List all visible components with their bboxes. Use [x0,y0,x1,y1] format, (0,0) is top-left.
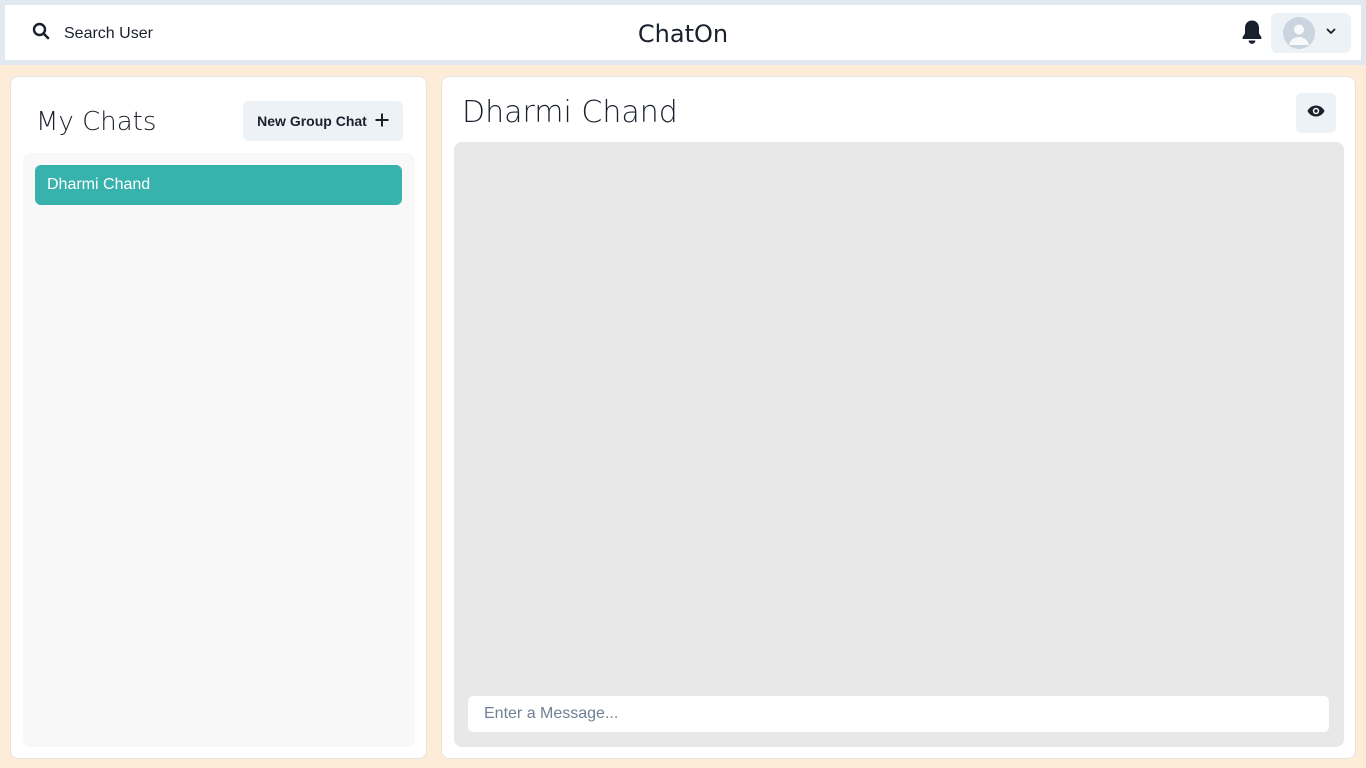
eye-icon [1307,104,1325,122]
new-group-chat-label: New Group Chat [257,113,367,129]
new-group-chat-button[interactable]: New Group Chat [243,101,403,141]
top-nav-bar: Search User ChatOn [0,0,1366,65]
search-user-label: Search User [64,24,153,42]
messages-area[interactable] [454,142,1344,747]
app-title: ChatOn [637,20,729,48]
notifications-button[interactable] [1237,19,1267,49]
chat-title: Dharmi Chand [462,95,678,130]
chat-panel: Dharmi Chand [441,76,1356,759]
search-user-button[interactable]: Search User [22,17,163,50]
avatar [1283,17,1315,49]
bell-icon [1240,19,1264,50]
chevron-down-icon [1325,24,1337,42]
profile-menu-button[interactable] [1271,13,1351,53]
plus-icon [375,113,389,130]
message-input[interactable] [467,695,1330,733]
search-icon [32,22,50,45]
chat-list[interactable]: Dharmi Chand [23,153,415,747]
my-chats-title: My Chats [36,107,157,137]
view-profile-button[interactable] [1296,93,1336,133]
chat-item-dharmi-chand[interactable]: Dharmi Chand [35,165,402,205]
chat-item-name: Dharmi Chand [47,176,151,193]
my-chats-panel: My Chats New Group Chat Dharmi Chand [10,76,427,759]
